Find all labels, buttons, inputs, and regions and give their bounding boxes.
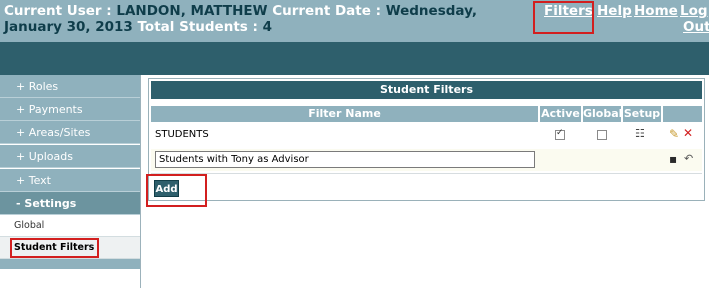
current-date-label: Current Date : (272, 3, 381, 19)
current-user-label: Current User : (4, 3, 112, 19)
filter-row-name: STUDENTS (155, 129, 209, 140)
row-divider (151, 173, 702, 174)
sidebar-footer (0, 259, 140, 269)
active-checkbox[interactable] (555, 128, 565, 140)
new-filter-name-input[interactable] (155, 151, 535, 168)
sidebar-item-areas-sites[interactable]: + Areas/Sites (0, 121, 140, 144)
col-actions (663, 106, 702, 122)
col-filter-name: Filter Name (151, 106, 538, 122)
undo-icon[interactable]: ↶ (684, 153, 693, 165)
col-global: Global (583, 106, 623, 122)
save-icon[interactable]: ▪ (669, 153, 677, 165)
app-header: Current User : LANDON, MATTHEW Current D… (0, 0, 709, 42)
sidebar-item-uploads[interactable]: + Uploads (0, 145, 140, 168)
filters-highlight-box (533, 1, 594, 34)
total-students-value: 4 (262, 19, 273, 35)
sidebar-item-settings[interactable]: - Settings (0, 192, 140, 215)
current-user-value: LANDON, MATTHEW (116, 3, 268, 19)
session-info: Current User : LANDON, MATTHEW Current D… (4, 3, 529, 35)
sidebar-item-roles[interactable]: + Roles (0, 75, 140, 98)
edit-pencil-icon[interactable]: ✎ (669, 128, 679, 140)
student-filters-highlight-box (10, 238, 99, 258)
sidebar-item-text[interactable]: + Text (0, 169, 140, 192)
total-students-label: Total Students : (137, 19, 258, 35)
student-filters-panel: Student Filters Filter Name Active Globa… (148, 78, 705, 201)
nav-home-link[interactable]: Home (634, 3, 678, 19)
global-checkbox[interactable] (597, 130, 607, 140)
logout-line1: Log (680, 3, 708, 19)
logout-line2: Out (683, 19, 709, 35)
sidebar-item-payments[interactable]: + Payments (0, 98, 140, 121)
header-band (0, 42, 709, 75)
nav-help-link[interactable]: Help (597, 3, 632, 19)
panel-title: Student Filters (151, 81, 702, 99)
nav-logout-link[interactable]: Log Out (680, 3, 709, 35)
delete-icon[interactable]: ✕ (683, 127, 693, 139)
sidebar-subitem-global[interactable]: Global (0, 215, 140, 237)
setup-list-icon[interactable]: ☷ (635, 128, 645, 140)
col-active: Active (540, 106, 581, 122)
add-highlight-box (146, 174, 207, 207)
col-setup: Setup (623, 106, 661, 122)
